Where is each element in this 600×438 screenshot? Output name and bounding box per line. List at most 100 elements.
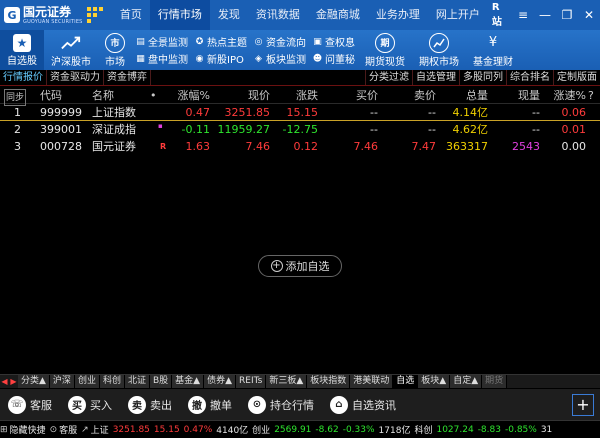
shsz-market-button[interactable]: 沪深股市 [44, 30, 98, 70]
trend-chart-icon [61, 33, 81, 53]
cancel-order-button[interactable]: 撤 撤单 [180, 395, 240, 414]
futures-spot-button[interactable]: 期 期货现货 [358, 30, 412, 70]
mkt-tab-hk-us[interactable]: 港美联动 [350, 375, 394, 388]
sector-icon: ◈ [255, 53, 262, 64]
flame-icon: ✪ [195, 36, 204, 47]
panorama-monitor-button[interactable]: ▤ 全景监测 [135, 33, 188, 50]
help-icon[interactable]: ? [588, 87, 594, 104]
mkt-tab-fund[interactable]: 基金▲ [172, 375, 205, 388]
close-icon[interactable]: ✕ [578, 0, 600, 30]
mkt-tab-bse[interactable]: 北证 [124, 375, 150, 388]
sub-tabs: 行情报价 资金驱动力 资金博弈 分类过滤 自选管理 多股同列 综合排名 定制版面 [0, 70, 600, 86]
capital-flow-button[interactable]: ◎ 资金流向 [253, 33, 306, 50]
tab-quote[interactable]: 行情报价 [0, 70, 47, 85]
query-rights-button[interactable]: ▣ 查权息 [312, 33, 355, 50]
new-ipo-button[interactable]: ◉ 新股IPO [194, 50, 247, 67]
holdings-quote-button[interactable]: ⊙ 持仓行情 [240, 395, 322, 414]
col-ask[interactable]: 卖价 [414, 87, 436, 104]
col-amount[interactable]: 总量 [466, 87, 488, 104]
mkt-tab-favorites[interactable]: 自选 [393, 375, 419, 388]
mkt-tab-reits[interactable]: REITs [236, 375, 267, 388]
tab-fav-manage[interactable]: 自选管理 [412, 70, 459, 85]
holdings-icon: ⊙ [248, 395, 266, 414]
quote-table: 同步 代码 名称 • 涨幅% 现价 涨跌 买价 卖价 总量 现量 涨速% ? 1… [0, 87, 600, 370]
menu-icon[interactable]: ≡ [512, 0, 534, 30]
options-chart-icon [429, 32, 449, 53]
house-icon: ⌂ [330, 395, 348, 414]
tab-category-filter[interactable]: 分类过滤 [365, 70, 412, 85]
col-change[interactable]: 涨跌 [296, 87, 318, 104]
hot-topic-button[interactable]: ✪ 热点主题 [194, 33, 247, 50]
mkt-tab-shsz[interactable]: 沪深 [49, 375, 75, 388]
intraday-monitor-button[interactable]: ▦ 盘中监测 [135, 50, 188, 67]
mkt-tab-sector[interactable]: 板块▲ [418, 375, 451, 388]
app-logo: G 国元证券 GUOYUAN SECURITIES [0, 0, 112, 30]
tab-capital-drive[interactable]: 资金驱动力 [47, 70, 104, 85]
service-link[interactable]: 客服 [59, 423, 77, 436]
hide-shortcut-button[interactable]: 隐藏快捷 [10, 423, 46, 436]
col-name[interactable]: 名称 [92, 87, 114, 104]
mkt-tab-category[interactable]: 分类▲ [18, 375, 50, 388]
ask-secretary-button[interactable]: ☻ 问董秘 [312, 50, 355, 67]
add-favorite-button[interactable]: + 添加自选 [258, 255, 342, 277]
maximize-icon[interactable]: ❐ [556, 0, 578, 30]
prev-arrow-icon[interactable]: ◀ [0, 377, 9, 386]
mkt-tab-bond[interactable]: 债券▲ [204, 375, 237, 388]
tab-ranking[interactable]: 综合排名 [506, 70, 553, 85]
tab-multi-stock[interactable]: 多股同列 [459, 70, 506, 85]
site-badge[interactable]: R站 [488, 2, 512, 28]
menu-business[interactable]: 业务办理 [368, 0, 428, 30]
logo-mark-icon: G [4, 7, 20, 23]
menu-home[interactable]: 首页 [112, 0, 150, 30]
mkt-tab-b-share[interactable]: B股 [149, 375, 173, 388]
fund-finance-button[interactable]: ¥ 基金理财 [466, 30, 520, 70]
person-icon: ☻ [312, 53, 323, 64]
col-volume[interactable]: 现量 [518, 87, 540, 104]
mkt-tab-sector-index[interactable]: 板块指数 [307, 375, 351, 388]
fav-stock-button[interactable]: ★ 自选股 [0, 30, 44, 70]
table-header: 同步 代码 名称 • 涨幅% 现价 涨跌 买价 卖价 总量 现量 涨速% ? [0, 87, 600, 106]
sell-button[interactable]: 卖 卖出 [120, 395, 180, 414]
col-price[interactable]: 现价 [248, 87, 270, 104]
fav-news-button[interactable]: ⌂ 自选资讯 [322, 395, 404, 414]
table-row[interactable]: 2 399001 深证成指 ▪ -0.11 11959.27 -12.75 --… [0, 121, 600, 138]
col-code[interactable]: 代码 [40, 87, 62, 104]
minimize-icon[interactable]: — [534, 0, 556, 30]
menu-open-account[interactable]: 网上开户 [428, 0, 488, 30]
add-action-button[interactable]: + [572, 393, 594, 416]
up-arrow-icon: ↗ [81, 424, 89, 435]
headset-icon: ☏ [8, 395, 26, 414]
tab-capital-game[interactable]: 资金博弈 [104, 70, 151, 85]
document-icon: ▣ [313, 36, 322, 47]
sell-icon: 卖 [128, 395, 146, 414]
tab-custom-layout[interactable]: 定制版面 [553, 70, 600, 85]
market-button[interactable]: 市 市场 [98, 30, 132, 70]
table-row[interactable]: 3 000728 国元证券 R 1.63 7.46 0.12 7.46 7.47… [0, 138, 600, 155]
col-bid[interactable]: 买价 [356, 87, 378, 104]
money-bag-icon: ¥ [488, 35, 498, 50]
market-tabs: ◀ ▶ 分类▲ 沪深 创业 科创 北证 B股 基金▲ 债券▲ REITs 新三板… [0, 374, 600, 388]
mkt-tab-futures[interactable]: 期货 [482, 375, 508, 388]
col-pct[interactable]: 涨幅% [178, 87, 210, 104]
table-row[interactable]: 1 999999 上证指数 0.47 3251.85 15.15 -- -- 4… [0, 104, 600, 121]
ipo-icon: ◉ [195, 53, 204, 64]
menu-news-data[interactable]: 资讯数据 [248, 0, 308, 30]
buy-button[interactable]: 买 买入 [60, 395, 120, 414]
star-icon: ★ [13, 33, 31, 52]
mkt-tab-custom[interactable]: 自定▲ [450, 375, 483, 388]
plus-icon: + [270, 260, 283, 272]
customer-service-button[interactable]: ☏ 客服 [0, 395, 60, 414]
mkt-tab-star[interactable]: 科创 [99, 375, 125, 388]
menu-discover[interactable]: 发现 [210, 0, 248, 30]
menu-market[interactable]: 行情市场 [149, 0, 210, 30]
sector-monitor-button[interactable]: ◈ 板块监测 [253, 50, 306, 67]
mkt-tab-gem[interactable]: 创业 [74, 375, 100, 388]
col-speed[interactable]: 涨速% [554, 87, 586, 104]
hide-icon: ⊞ [0, 424, 8, 435]
options-market-button[interactable]: 期权市场 [412, 30, 466, 70]
title-bar: G 国元证券 GUOYUAN SECURITIES 首页 行情市场 发现 资讯数… [0, 0, 600, 30]
action-bar: ☏ 客服 买 买入 卖 卖出 撤 撤单 ⊙ 持仓行情 ⌂ 自选资讯 + [0, 389, 600, 420]
next-arrow-icon[interactable]: ▶ [9, 377, 18, 386]
mkt-tab-neeq[interactable]: 新三板▲ [266, 375, 308, 388]
menu-finance-mall[interactable]: 金融商城 [308, 0, 368, 30]
